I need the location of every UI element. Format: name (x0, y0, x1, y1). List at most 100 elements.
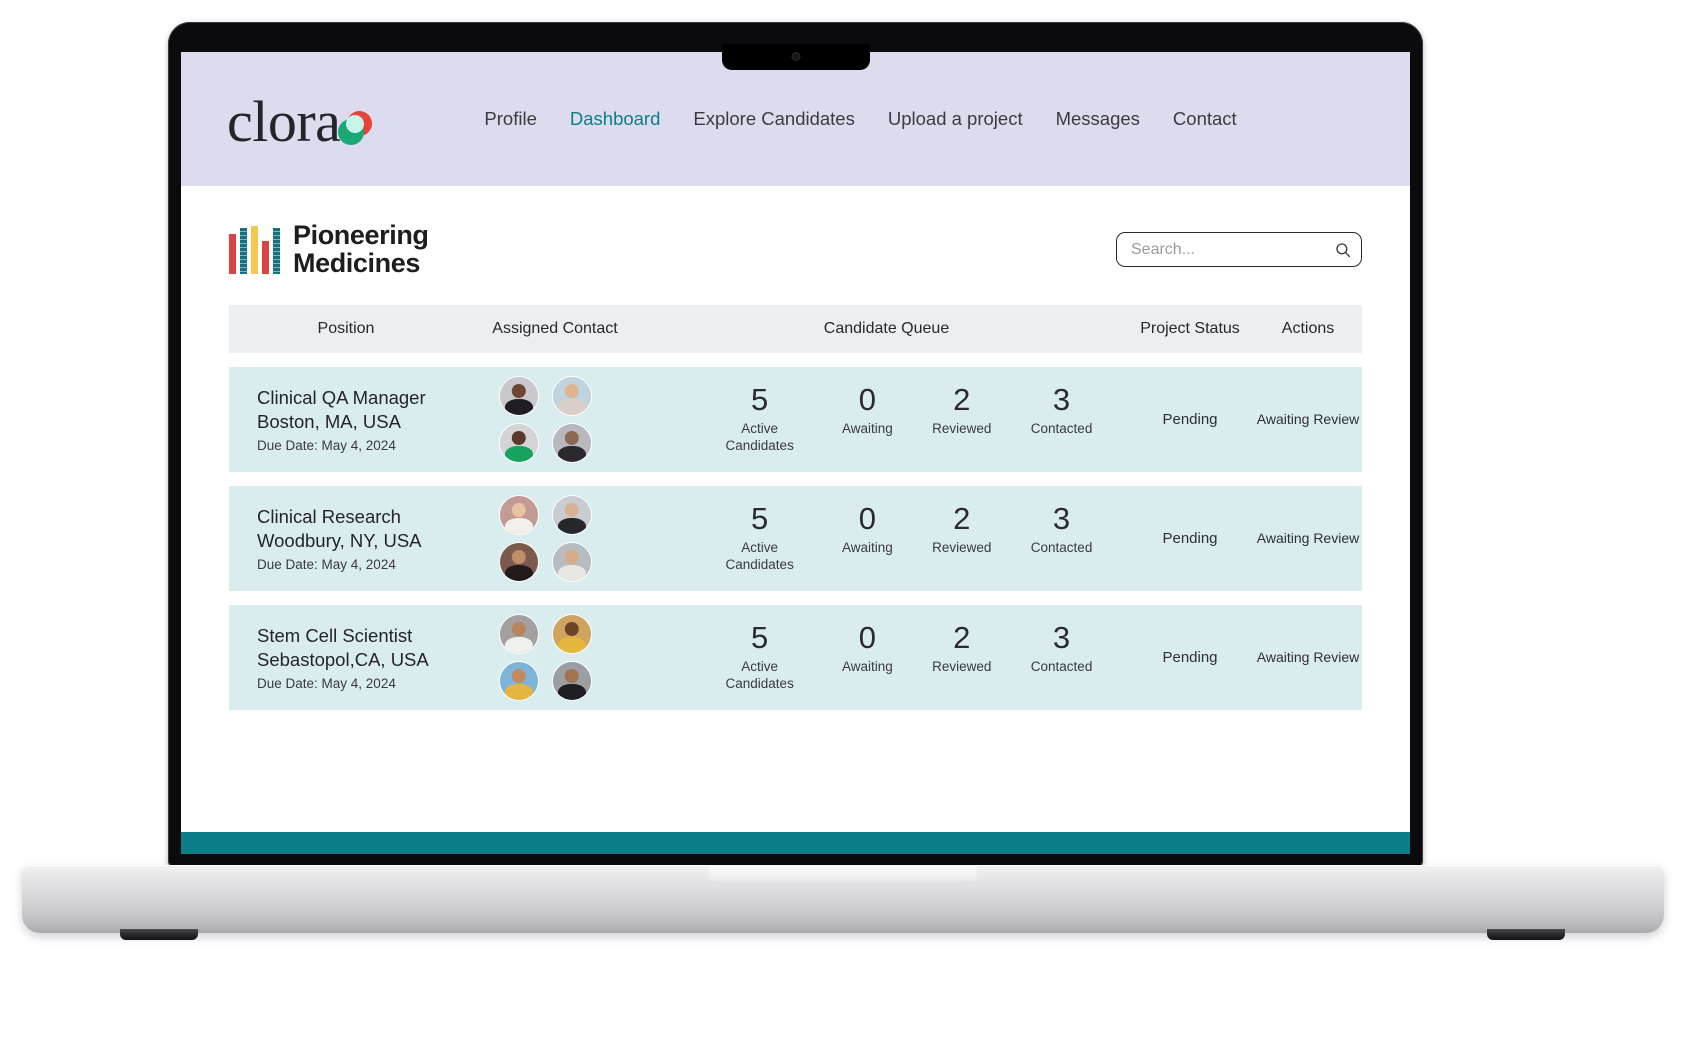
position-title: Stem Cell Scientist (257, 624, 413, 646)
queue-label: Reviewed (932, 658, 992, 674)
queue-active-candidates: 5 Active Candidates (717, 620, 803, 693)
column-header-position: Position (317, 319, 375, 337)
clora-logo[interactable]: clora (227, 93, 373, 150)
queue-label: Contacted (1030, 539, 1093, 555)
avatar[interactable] (499, 494, 539, 535)
nav-item-upload-a-project[interactable]: Upload a project (888, 108, 1023, 130)
queue-contacted: 3 Contacted (1030, 382, 1093, 437)
laptop-foot-left (120, 929, 198, 940)
search-input[interactable] (1116, 232, 1362, 268)
avatar[interactable] (552, 660, 592, 701)
queue-label: Active Candidates (725, 658, 794, 692)
queue-value: 2 (953, 620, 971, 656)
queue-value: 5 (751, 382, 769, 418)
queue-reviewed: 2 Reviewed (932, 501, 992, 556)
main-header: Pioneering Medicines (181, 186, 1410, 278)
queue-reviewed: 2 Reviewed (932, 382, 992, 437)
nav-item-profile[interactable]: Profile (484, 108, 536, 130)
pioneering-medicines-name: Pioneering Medicines (293, 220, 429, 278)
company-name-line-2: Medicines (293, 247, 420, 278)
queue-label: Reviewed (932, 420, 992, 436)
action-awaiting-review[interactable]: Awaiting Review (1254, 529, 1362, 548)
avatar[interactable] (552, 375, 592, 416)
search-box (1116, 232, 1362, 268)
assigned-contacts-cell (491, 375, 683, 463)
nav-links: Profile Dashboard Explore Candidates Upl… (484, 108, 1236, 130)
position-due-date: Due Date: May 4, 2024 (257, 675, 396, 691)
avatar[interactable] (499, 613, 539, 654)
queue-label: Active Candidates (725, 420, 794, 454)
queue-value: 3 (1052, 501, 1071, 537)
position-location: Sebastopol,CA, USA (257, 649, 429, 671)
dashboard-page: clora Profile Dashboard Explore Candidat… (181, 52, 1410, 854)
position-due-date: Due Date: May 4, 2024 (257, 556, 396, 572)
queue-value: 2 (953, 382, 971, 418)
pioneering-medicines-bars-icon (229, 225, 280, 274)
action-awaiting-review[interactable]: Awaiting Review (1254, 410, 1362, 429)
queue-reviewed: 2 Reviewed (932, 620, 992, 675)
avatar[interactable] (499, 375, 539, 416)
company-name-line-1: Pioneering (293, 220, 429, 250)
queue-value: 0 (858, 382, 877, 418)
avatar[interactable] (499, 422, 539, 463)
search-icon[interactable] (1335, 242, 1351, 258)
queue-value: 0 (858, 620, 877, 656)
nav-item-messages[interactable]: Messages (1056, 108, 1140, 130)
projects-table: Position Assigned Contact Candidate Queu… (229, 304, 1362, 710)
queue-awaiting: 0 Awaiting (842, 382, 893, 437)
queue-value: 3 (1052, 620, 1071, 656)
queue-active-candidates: 5 Active Candidates (717, 382, 803, 455)
clora-dot-icon (338, 110, 373, 145)
nav-item-contact[interactable]: Contact (1173, 108, 1237, 130)
table-header-row: Position Assigned Contact Candidate Queu… (229, 304, 1362, 353)
nav-item-explore-candidates[interactable]: Explore Candidates (693, 108, 854, 130)
pm-bar-5 (273, 227, 280, 274)
avatar[interactable] (552, 613, 592, 654)
position-location: Boston, MA, USA (257, 411, 401, 433)
avatar[interactable] (499, 660, 539, 701)
queue-contacted: 3 Contacted (1030, 620, 1093, 675)
laptop-lid: clora Profile Dashboard Explore Candidat… (168, 22, 1423, 867)
queue-label: Contacted (1030, 420, 1093, 436)
table-row[interactable]: Stem Cell Scientist Sebastopol,CA, USA D… (229, 604, 1362, 710)
project-status-badge: Pending (1162, 410, 1218, 428)
laptop-base-notch (709, 865, 977, 885)
queue-label: Awaiting (842, 539, 893, 555)
top-navigation-bar: clora Profile Dashboard Explore Candidat… (181, 52, 1410, 186)
nav-item-dashboard[interactable]: Dashboard (570, 108, 661, 130)
candidate-queue-cell: 5 Active Candidates 0 Awaiting 2 Reviewe… (683, 382, 1126, 455)
queue-label: Contacted (1030, 658, 1093, 674)
avatar[interactable] (552, 494, 592, 535)
column-header-actions: Actions (1281, 319, 1335, 337)
queue-label: Awaiting (842, 658, 893, 674)
main-content: Pioneering Medicines Search... Position … (181, 186, 1410, 854)
queue-value: 2 (953, 501, 971, 537)
pm-bar-4 (262, 240, 269, 274)
position-title: Clinical Research (257, 505, 401, 527)
queue-label: Reviewed (932, 539, 992, 555)
action-awaiting-review[interactable]: Awaiting Review (1254, 648, 1362, 667)
position-cell: Clinical Research Woodbury, NY, USA Due … (229, 505, 491, 572)
column-header-project-status: Project Status (1140, 319, 1240, 337)
queue-label: Active Candidates (725, 539, 794, 573)
queue-value: 5 (751, 501, 769, 537)
queue-awaiting: 0 Awaiting (842, 620, 893, 675)
avatar[interactable] (552, 422, 592, 463)
laptop-foot-right (1487, 929, 1565, 940)
queue-awaiting: 0 Awaiting (842, 501, 893, 556)
column-header-candidate-queue: Candidate Queue (823, 319, 950, 337)
position-due-date: Due Date: May 4, 2024 (257, 437, 396, 453)
position-cell: Clinical QA Manager Boston, MA, USA Due … (229, 386, 491, 453)
table-row[interactable]: Clinical QA Manager Boston, MA, USA Due … (229, 366, 1362, 472)
candidate-queue-cell: 5 Active Candidates 0 Awaiting 2 Reviewe… (683, 501, 1126, 574)
table-row[interactable]: Clinical Research Woodbury, NY, USA Due … (229, 485, 1362, 591)
queue-value: 3 (1052, 382, 1071, 418)
pioneering-medicines-logo: Pioneering Medicines (229, 220, 429, 278)
assigned-contacts-cell (491, 613, 683, 701)
project-status-badge: Pending (1162, 648, 1218, 666)
candidate-queue-cell: 5 Active Candidates 0 Awaiting 2 Reviewe… (683, 620, 1126, 693)
avatar[interactable] (499, 541, 539, 582)
avatar[interactable] (552, 541, 592, 582)
position-location: Woodbury, NY, USA (257, 530, 422, 552)
laptop-screen: clora Profile Dashboard Explore Candidat… (181, 52, 1410, 854)
